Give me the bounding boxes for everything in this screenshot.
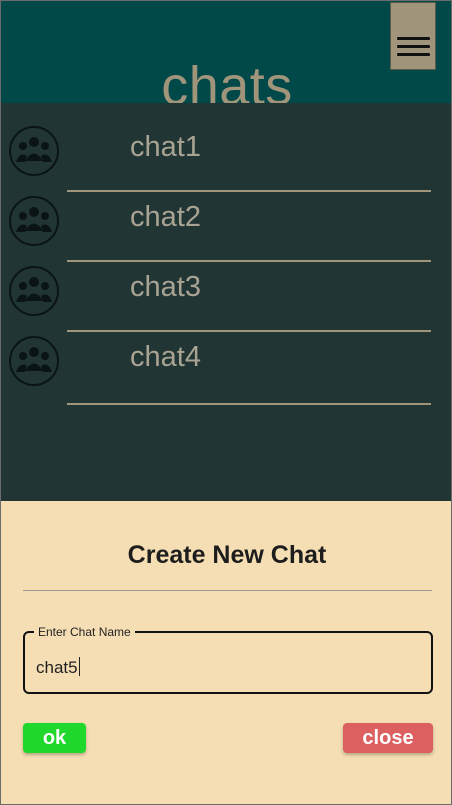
chat-item-3[interactable]: chat3 — [1, 241, 451, 332]
chat-name-input[interactable]: chat5 — [36, 657, 416, 678]
create-chat-dialog: Create New Chat Enter Chat Name chat5 ok… — [1, 501, 451, 804]
app-frame: chats chat1 chat2 chat3 chat4 Create New… — [0, 0, 452, 805]
group-icon — [9, 336, 59, 386]
chat-label: chat3 — [130, 271, 201, 303]
menu-button[interactable] — [390, 2, 436, 70]
field-label: Enter Chat Name — [34, 624, 135, 640]
ok-button[interactable]: ok — [23, 723, 86, 753]
group-icon — [9, 196, 59, 246]
chat-label: chat1 — [130, 131, 201, 163]
group-icon — [9, 266, 59, 316]
header: chats — [1, 1, 451, 113]
chat-item-4[interactable]: chat4 — [1, 311, 451, 405]
chat-item-1[interactable]: chat1 — [1, 101, 451, 192]
input-value: chat5 — [36, 658, 78, 677]
chat-item-2[interactable]: chat2 — [1, 171, 451, 262]
group-icon — [9, 126, 59, 176]
divider — [23, 590, 432, 591]
divider — [67, 403, 431, 405]
close-button[interactable]: close — [343, 723, 433, 753]
chat-label: chat4 — [130, 341, 201, 373]
chat-list: chat1 chat2 chat3 chat4 — [1, 101, 451, 501]
chat-label: chat2 — [130, 201, 201, 233]
chat-name-field[interactable]: Enter Chat Name chat5 — [23, 624, 433, 694]
dialog-title: Create New Chat — [127, 541, 327, 569]
text-caret — [78, 657, 80, 676]
